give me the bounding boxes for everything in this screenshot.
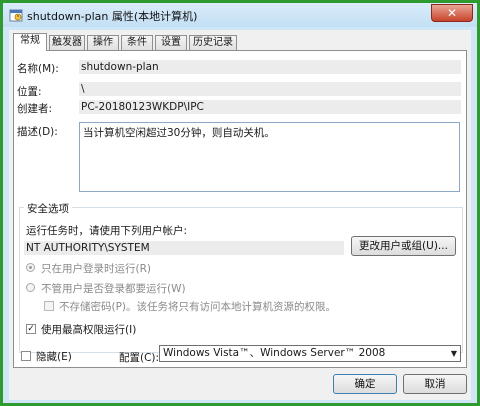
location-label: 位置: <box>17 86 42 98</box>
window-title: shutdown-plan 属性(本地计算机) <box>27 10 198 23</box>
author-value[interactable]: PC-20180123WKDP\IPC <box>79 100 461 114</box>
name-label: 名称(M): <box>17 63 59 75</box>
general-tab-panel: 名称(M): shutdown-plan 位置: \ 创建者: PC-20180… <box>13 50 467 368</box>
tab-settings[interactable]: 设置 <box>155 35 187 50</box>
tab-conditions[interactable]: 条件 <box>121 35 153 50</box>
chevron-down-icon: ▼ <box>450 349 457 358</box>
configure-label: 配置(C): <box>119 352 160 364</box>
no-store-password-label[interactable]: 不存储密码(P)。该任务将只有访问本地计算机资源的权限。 <box>59 299 336 314</box>
check-icon: ✓ <box>27 324 35 334</box>
highest-privileges-label[interactable]: 使用最高权限运行(I) <box>41 322 136 337</box>
task-scheduler-icon <box>9 8 23 22</box>
close-icon: ✕ <box>446 6 458 20</box>
change-user-button[interactable]: 更改用户或组(U)... <box>351 236 456 256</box>
dialog-window: shutdown-plan 属性(本地计算机) ✕ 常规 触发器 操作 条件 设… <box>0 0 480 406</box>
radio-logged-on-label[interactable]: 只在用户登录时运行(R) <box>41 261 151 276</box>
hidden-label[interactable]: 隐藏(E) <box>36 349 72 364</box>
security-options-title: 安全选项 <box>24 201 72 216</box>
configure-select[interactable]: Windows Vista™、Windows Server™ 2008 ▼ <box>159 345 461 362</box>
tab-triggers[interactable]: 触发器 <box>49 35 85 50</box>
radio-logged-on[interactable] <box>26 263 35 272</box>
dialog-body: 常规 触发器 操作 条件 设置 历史记录 名称(M): shutdown-pla… <box>9 30 471 400</box>
tab-actions[interactable]: 操作 <box>87 35 119 50</box>
title-bar[interactable]: shutdown-plan 属性(本地计算机) ✕ <box>3 3 477 27</box>
description-textarea[interactable]: 当计算机空闲超过30分钟，则自动关机。 <box>79 122 460 192</box>
cancel-button[interactable]: 取消 <box>403 374 467 394</box>
highest-privileges-checkbox[interactable]: ✓ <box>26 324 36 334</box>
configure-select-value: Windows Vista™、Windows Server™ 2008 <box>163 347 386 359</box>
hidden-checkbox[interactable] <box>21 351 31 361</box>
no-store-password-checkbox[interactable] <box>44 301 54 311</box>
tab-general[interactable]: 常规 <box>13 33 47 51</box>
run-as-prompt: 运行任务时，请使用下列用户帐户: <box>26 225 188 237</box>
ok-button[interactable]: 确定 <box>333 374 397 394</box>
description-label: 描述(D): <box>17 126 58 138</box>
radio-whether-logged-on-label[interactable]: 不管用户是否登录都要运行(W) <box>41 281 186 296</box>
location-value[interactable]: \ <box>79 82 461 96</box>
radio-selected-dot <box>29 266 32 269</box>
author-label: 创建者: <box>17 103 53 115</box>
user-account-value: NT AUTHORITY\SYSTEM <box>24 241 344 255</box>
close-button[interactable]: ✕ <box>431 4 473 22</box>
name-value[interactable]: shutdown-plan <box>79 60 461 74</box>
tab-history[interactable]: 历史记录 <box>189 35 237 50</box>
radio-whether-logged-on[interactable] <box>26 283 35 292</box>
